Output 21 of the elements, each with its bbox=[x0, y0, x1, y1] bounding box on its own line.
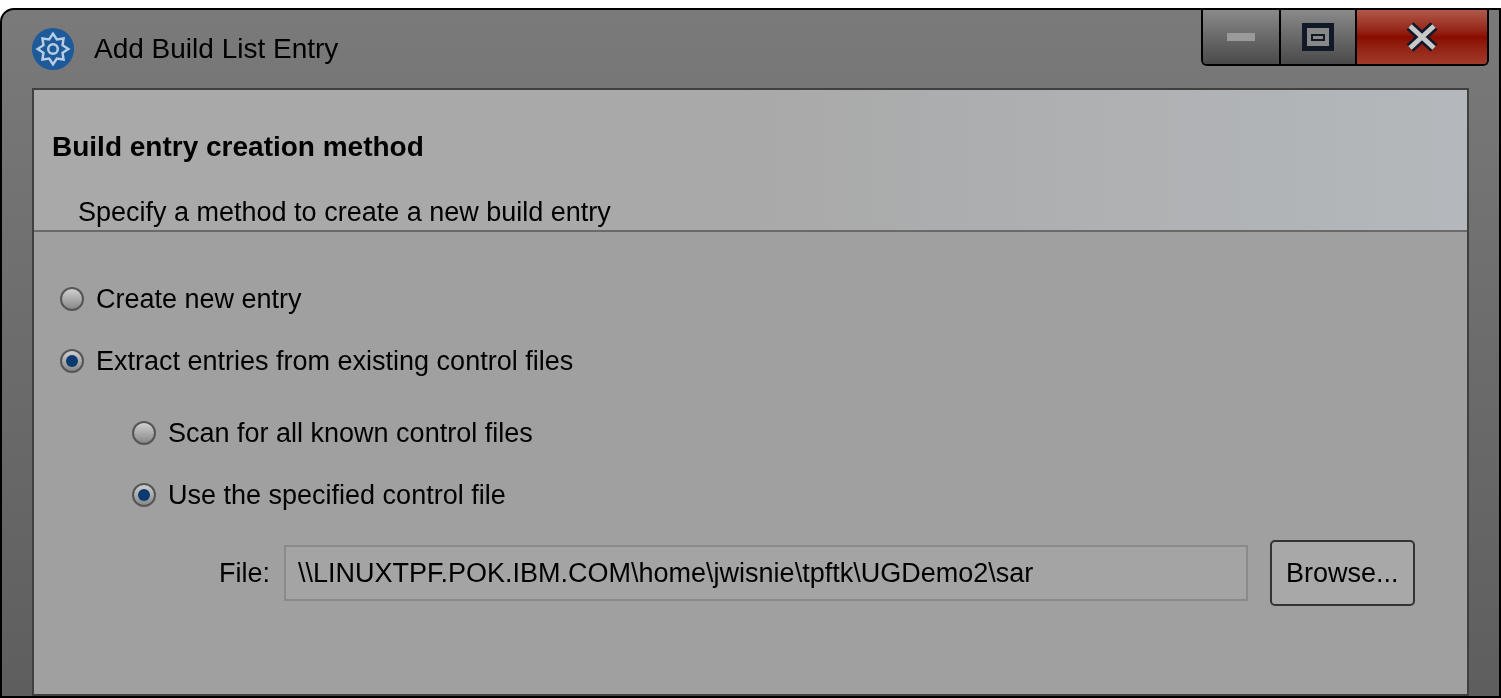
maximize-icon bbox=[1302, 23, 1334, 51]
close-button[interactable] bbox=[1357, 10, 1487, 64]
page-description: Specify a method to create a new build entry bbox=[78, 196, 612, 229]
minimize-button[interactable] bbox=[1203, 10, 1281, 64]
radio-option[interactable]: Use the specified control file bbox=[132, 464, 506, 526]
browse-button[interactable]: Browse... bbox=[1270, 540, 1415, 606]
close-icon bbox=[1405, 22, 1439, 52]
window-title: Add Build List Entry bbox=[94, 32, 339, 66]
radio-button[interactable] bbox=[132, 421, 156, 445]
gear-icon bbox=[30, 26, 76, 72]
radio-button[interactable] bbox=[60, 287, 84, 311]
radio-option[interactable]: Scan for all known control files bbox=[132, 402, 533, 464]
radio-button[interactable] bbox=[60, 349, 84, 373]
radio-option[interactable]: Create new entry bbox=[60, 268, 302, 330]
file-field[interactable]: \\LINUXTPF.POK.IBM.COM\home\jwisnie\tpftk\UGDemo2\sar bbox=[284, 545, 1248, 601]
radio-button[interactable] bbox=[132, 483, 156, 507]
page-title: Build entry creation method bbox=[52, 130, 425, 164]
maximize-button[interactable] bbox=[1281, 10, 1357, 64]
minimize-icon bbox=[1227, 33, 1255, 41]
file-label: File: bbox=[219, 556, 270, 590]
radio-option[interactable]: Extract entries from existing control files bbox=[60, 330, 574, 392]
